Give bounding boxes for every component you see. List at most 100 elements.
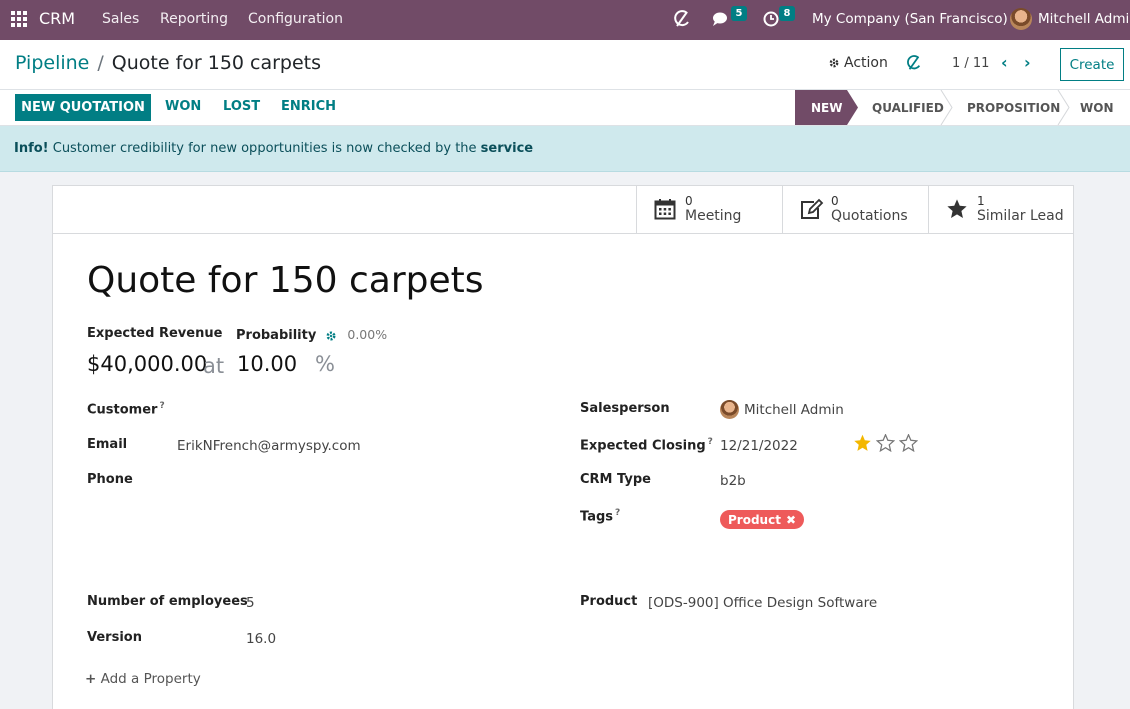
version-field[interactable]: 16.0 <box>246 631 276 647</box>
alert-message: Customer credibility for new opportuniti… <box>48 141 481 156</box>
tag-label: Product <box>728 512 781 527</box>
plus-icon: + <box>85 671 97 687</box>
gear-icon <box>829 58 839 68</box>
phone-label: Phone <box>87 472 133 487</box>
email-field[interactable]: ErikNFrench@armyspy.com <box>177 438 361 454</box>
breadcrumb-separator: / <box>97 52 104 74</box>
stage-won[interactable]: WON <box>1080 90 1113 125</box>
expected-closing-label-text: Expected Closing <box>580 438 706 454</box>
tags-label: Tags? <box>580 508 620 524</box>
breadcrumb-current: Quote for 150 carpets <box>111 52 322 74</box>
activity-clock-icon[interactable]: 8 <box>763 6 795 31</box>
help-tooltip-icon[interactable]: ? <box>615 508 620 518</box>
new-quotation-button[interactable]: NEW QUOTATION <box>15 94 151 121</box>
user-menu[interactable]: Mitchell Admin <box>1010 8 1130 30</box>
priority-star-empty-icon[interactable] <box>876 434 895 452</box>
pager-previous-icon[interactable]: ‹ <box>1001 53 1008 72</box>
breadcrumb-pipeline[interactable]: Pipeline <box>15 52 89 74</box>
action-menu-button[interactable]: Action <box>828 55 888 71</box>
company-switcher[interactable]: My Company (San Francisco) <box>812 11 1008 27</box>
salesperson-label: Salesperson <box>580 401 670 416</box>
add-property-button[interactable]: + Add a Property <box>85 671 201 687</box>
quotations-label: Quotations <box>831 208 908 224</box>
stage-divider <box>940 90 953 125</box>
help-tooltip-icon[interactable]: ? <box>708 437 713 447</box>
expected-closing-date[interactable]: 12/21/2022 <box>720 438 798 454</box>
quotations-smart-button[interactable]: 0 Quotations <box>782 186 928 233</box>
expected-closing-label: Expected Closing? <box>580 437 713 453</box>
version-label: Version <box>87 630 142 645</box>
priority-stars <box>853 434 918 452</box>
menu-reporting[interactable]: Reporting <box>160 11 228 27</box>
product-label: Product <box>580 594 638 609</box>
priority-star-filled-icon[interactable] <box>853 434 872 452</box>
user-avatar <box>1010 8 1032 30</box>
stage-pipeline: NEW QUALIFIED PROPOSITION WON <box>795 90 1130 125</box>
mark-lost-button[interactable]: LOST <box>223 99 260 114</box>
automated-probability: 0.00% <box>347 327 388 342</box>
form-sheet: 0 Meeting 0 Quotations 1 Similar Lead Qu… <box>52 185 1074 709</box>
stage-proposition[interactable]: PROPOSITION <box>967 90 1060 125</box>
priority-star-empty-icon[interactable] <box>899 434 918 452</box>
probability-gear-icon[interactable] <box>325 330 337 342</box>
tag-remove-icon[interactable]: ✖ <box>786 513 796 527</box>
customer-label-text: Customer <box>87 402 158 418</box>
app-name[interactable]: CRM <box>39 9 75 28</box>
probability-label-group: Probability 0.00% <box>236 327 387 343</box>
salesperson-field[interactable]: Mitchell Admin <box>744 402 844 418</box>
mark-won-button[interactable]: WON <box>165 99 201 114</box>
control-panel: Pipeline / Quote for 150 carpets Action … <box>0 40 1130 90</box>
stage-new[interactable]: NEW <box>795 90 858 125</box>
add-property-label: Add a Property <box>100 671 201 687</box>
expected-revenue-label: Expected Revenue <box>87 326 223 341</box>
opportunity-title[interactable]: Quote for 150 carpets <box>87 260 484 301</box>
menu-configuration[interactable]: Configuration <box>248 11 343 27</box>
at-label: at <box>203 354 225 378</box>
discard-sync-icon[interactable] <box>906 54 922 76</box>
tag-badge[interactable]: Product ✖ <box>720 510 805 529</box>
breadcrumb: Pipeline / Quote for 150 carpets <box>15 52 321 74</box>
quotations-count: 0 <box>831 194 839 208</box>
stage-divider <box>1057 90 1070 125</box>
menu-sales[interactable]: Sales <box>102 11 139 27</box>
smart-button-box: 0 Meeting 0 Quotations 1 Similar Lead <box>53 186 1073 234</box>
tags-label-text: Tags <box>580 509 614 525</box>
create-button[interactable]: Create <box>1060 48 1124 81</box>
pager-next-icon[interactable]: › <box>1024 53 1031 72</box>
crm-type-field[interactable]: b2b <box>720 473 746 489</box>
similar-lead-label: Similar Lead <box>977 208 1064 224</box>
similar-lead-smart-button[interactable]: 1 Similar Lead <box>928 186 1074 233</box>
expected-revenue-input[interactable]: $40,000.00 <box>87 352 207 376</box>
meeting-count: 0 <box>685 194 693 208</box>
customer-label: Customer? <box>87 401 165 417</box>
edit-document-icon <box>801 198 824 219</box>
enrich-button[interactable]: ENRICH <box>281 99 336 114</box>
action-label: Action <box>844 55 888 71</box>
activity-count-badge: 8 <box>779 6 795 21</box>
pager-value[interactable]: 1 / 11 <box>952 56 989 71</box>
top-navbar: CRM Sales Reporting Configuration 5 8 My… <box>0 0 1130 40</box>
percent-sign: % <box>315 352 335 376</box>
salesperson-avatar <box>720 400 739 419</box>
help-tooltip-icon[interactable]: ? <box>159 401 164 411</box>
status-bar: NEW QUOTATION WON LOST ENRICH NEW QUALIF… <box>0 90 1130 126</box>
star-icon <box>947 199 967 218</box>
meeting-smart-button[interactable]: 0 Meeting <box>636 186 782 233</box>
email-label: Email <box>87 437 128 452</box>
user-name: Mitchell Admin <box>1038 11 1130 27</box>
voip-phone-icon[interactable] <box>673 9 691 33</box>
employees-label: Number of employees <box>87 594 248 609</box>
probability-label: Probability <box>236 328 317 343</box>
employees-field[interactable]: 5 <box>246 595 255 611</box>
alert-service-link[interactable]: service <box>481 141 533 156</box>
product-field[interactable]: [ODS-900] Office Design Software <box>648 595 877 611</box>
apps-grid-icon[interactable] <box>11 11 27 27</box>
crm-type-label: CRM Type <box>580 472 651 487</box>
similar-lead-count: 1 <box>977 194 985 208</box>
stage-qualified[interactable]: QUALIFIED <box>872 90 944 125</box>
calendar-icon <box>654 199 676 220</box>
alert-prefix: Info! <box>14 141 49 156</box>
chat-icon[interactable]: 5 <box>712 6 747 31</box>
probability-input[interactable]: 10.00 <box>237 352 297 376</box>
meeting-label: Meeting <box>685 208 742 224</box>
